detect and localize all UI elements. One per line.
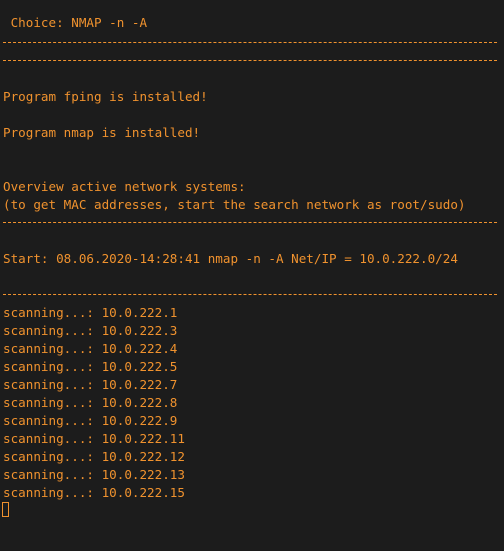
scan-line: scanning...: 10.0.222.13 (3, 467, 185, 482)
scan-line: scanning...: 10.0.222.11 (3, 431, 185, 446)
separator (3, 222, 497, 223)
separator (3, 294, 497, 295)
scan-line: scanning...: 10.0.222.12 (3, 449, 185, 464)
text-cursor (2, 502, 9, 517)
choice-line: Choice: NMAP -n -A (3, 15, 148, 30)
scan-line: scanning...: 10.0.222.15 (3, 485, 185, 500)
scan-line: scanning...: 10.0.222.1 (3, 305, 178, 320)
scan-line: scanning...: 10.0.222.9 (3, 413, 178, 428)
terminal-window[interactable]: Choice: NMAP -n -A Program fping is inst… (0, 0, 504, 551)
fping-status-line: Program fping is installed! (3, 89, 208, 104)
separator (3, 42, 497, 43)
mac-hint-line: (to get MAC addresses, start the search … (3, 197, 466, 212)
scan-line: scanning...: 10.0.222.5 (3, 359, 178, 374)
scan-line: scanning...: 10.0.222.7 (3, 377, 178, 392)
scan-line: scanning...: 10.0.222.3 (3, 323, 178, 338)
scan-line: scanning...: 10.0.222.8 (3, 395, 178, 410)
start-line: Start: 08.06.2020-14:28:41 nmap -n -A Ne… (3, 251, 458, 266)
separator (3, 60, 497, 61)
overview-line: Overview active network systems: (3, 179, 246, 194)
nmap-status-line: Program nmap is installed! (3, 125, 201, 140)
scan-line: scanning...: 10.0.222.4 (3, 341, 178, 356)
